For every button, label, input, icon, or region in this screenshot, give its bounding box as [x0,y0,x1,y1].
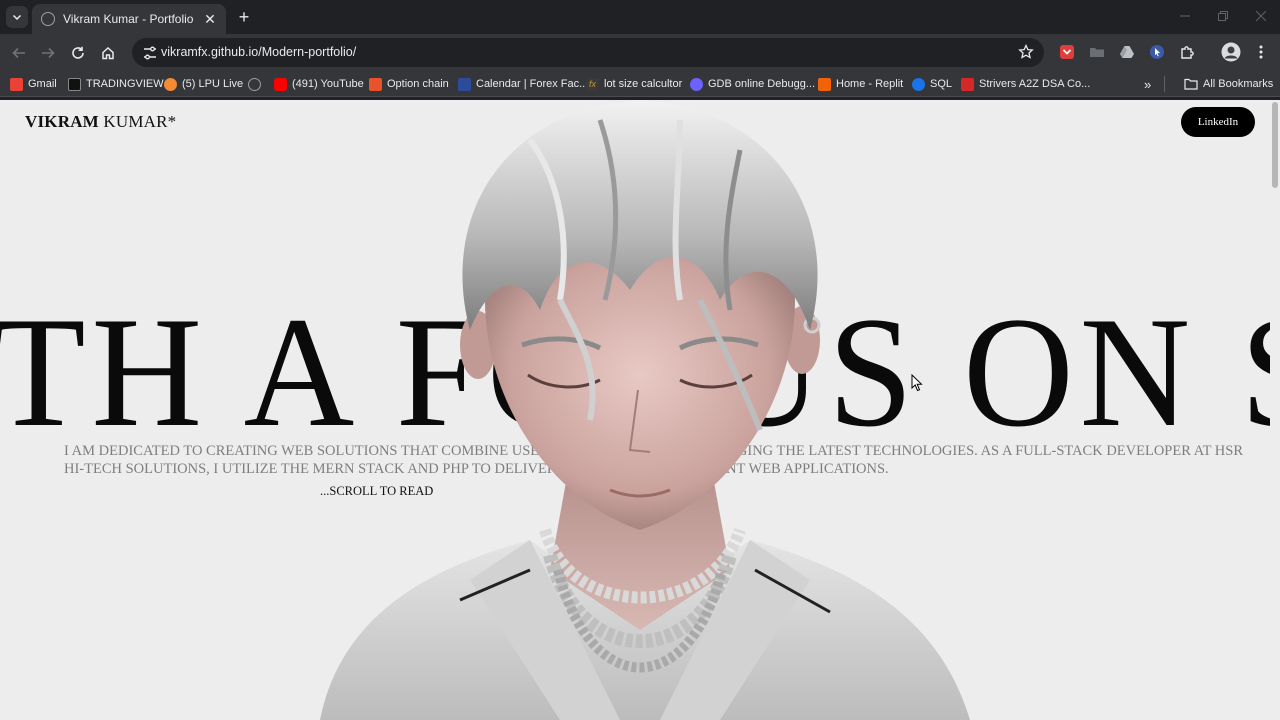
tuf-icon [961,77,974,91]
bookmark-gdb[interactable]: GDB online Debugg... [690,76,815,92]
youtube-icon [274,77,287,91]
browser-toolbar: vikramfx.github.io/Modern-portfolio/ [0,34,1280,71]
chevron-down-icon [12,14,22,21]
tradingview-icon [68,77,81,91]
extensions-puzzle-icon[interactable] [1178,43,1196,61]
arrow-left-icon [12,47,25,59]
extension-drive-icon[interactable] [1118,43,1136,61]
tab-strip: Vikram Kumar - Portfolio ✕ + [0,0,1280,34]
scrollbar-thumb[interactable] [1272,102,1278,188]
bookmarks-bar: Gmail TRADINGVIEW (5) LPU Live (491) You… [0,71,1280,97]
extension-cursor-icon[interactable] [1148,43,1166,61]
option-chain-icon [369,77,382,91]
bookmark-replit[interactable]: Home - Replit [818,76,903,92]
bookmark-globe[interactable] [248,76,266,92]
gmail-icon [10,77,23,91]
bookmark-strivers[interactable]: Strivers A2Z DSA Co... [961,76,1090,92]
bookmarks-divider [1164,76,1165,92]
reload-button[interactable] [67,42,89,64]
tab-search-button[interactable] [6,6,28,28]
home-button[interactable] [97,42,119,64]
page-scrollbar[interactable] [1270,100,1280,720]
tab-title: Vikram Kumar - Portfolio [63,12,194,26]
active-tab[interactable]: Vikram Kumar - Portfolio ✕ [32,4,226,34]
all-bookmarks-button[interactable]: All Bookmarks [1184,76,1273,92]
globe-icon [248,77,261,91]
restore-icon [1218,11,1228,21]
forward-button[interactable] [37,42,59,64]
bookmark-sql[interactable]: SQL [912,76,952,92]
bookmark-lpu-live[interactable]: (5) LPU Live [164,76,243,92]
linkedin-button[interactable]: LinkedIn [1181,107,1255,137]
bookmarks-overflow-button[interactable]: » [1144,76,1151,92]
bookmark-gmail[interactable]: Gmail [10,76,57,92]
window-controls [1166,0,1280,32]
site-logo[interactable]: VIKRAM KUMAR* [25,112,176,132]
star-icon[interactable] [1018,44,1034,60]
arrow-right-icon [42,47,55,59]
globe-icon [41,12,55,26]
bookmark-option-chain[interactable]: Option chain [369,76,449,92]
portrait-image [320,100,970,720]
minimize-button[interactable] [1166,0,1204,32]
portfolio-page: TH A FOCUS ON S I am dedicated to creati… [0,100,1280,720]
maximize-button[interactable] [1204,0,1242,32]
close-icon[interactable]: ✕ [202,11,218,27]
extension-folder-icon[interactable] [1088,43,1106,61]
fx-icon: fx [586,77,599,91]
url-text: vikramfx.github.io/Modern-portfolio/ [161,45,357,59]
bookmark-lot-size[interactable]: fx lot size calcultor [586,76,682,92]
site-info-icon[interactable] [142,45,158,61]
new-tab-button[interactable]: + [234,7,254,27]
gdb-icon [690,77,703,91]
close-icon [1256,11,1266,21]
minimize-icon [1180,15,1190,17]
calendar-icon [458,77,471,91]
chevron-double-right-icon: » [1144,76,1152,92]
address-bar[interactable]: vikramfx.github.io/Modern-portfolio/ [132,38,1044,67]
extension-pocket-icon[interactable] [1058,43,1076,61]
close-window-button[interactable] [1242,0,1280,32]
bookmark-tradingview[interactable]: TRADINGVIEW [68,76,164,92]
back-button[interactable] [8,42,30,64]
bookmark-forex-calendar[interactable]: Calendar | Forex Fac... [458,76,588,92]
lpu-icon [164,77,177,91]
mouse-cursor-icon [911,374,923,392]
menu-kebab-icon[interactable] [1252,43,1270,61]
folder-icon [1184,78,1198,90]
reload-icon [72,46,84,59]
bookmark-youtube[interactable]: (491) YouTube [274,76,364,92]
replit-icon [818,77,831,91]
sql-icon [912,77,925,91]
home-icon [102,46,114,60]
profile-avatar[interactable] [1220,41,1242,63]
